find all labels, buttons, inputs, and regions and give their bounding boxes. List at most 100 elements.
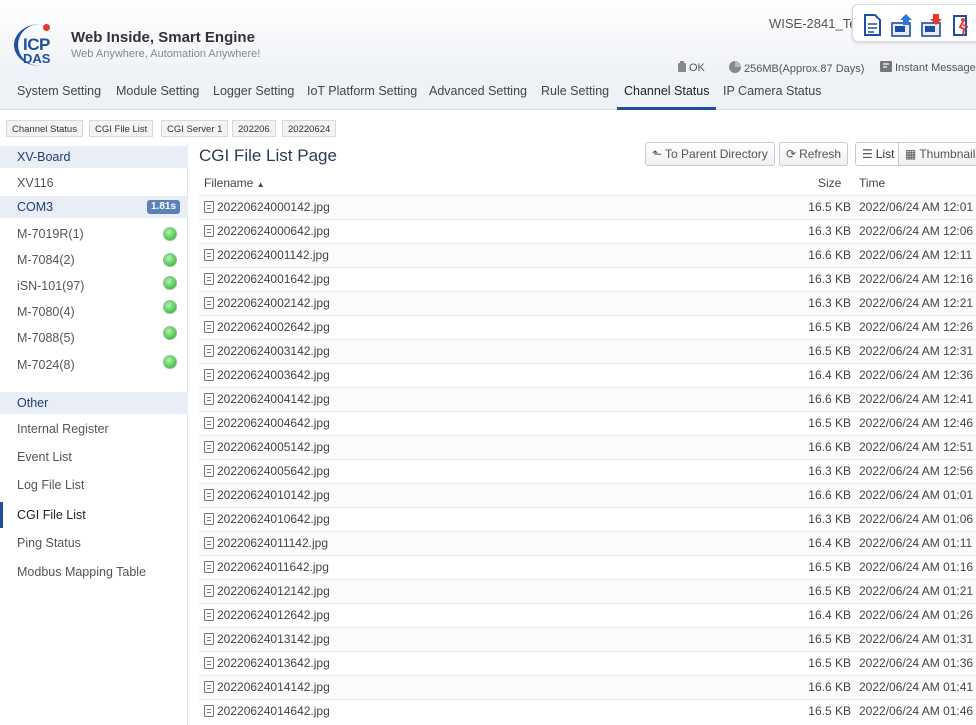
table-row[interactable]: 20220624014642.jpg 16.5 KB 2022/06/24 AM 0… — [199, 699, 976, 723]
nav-channel-status[interactable]: Channel Status — [617, 77, 717, 110]
table-row[interactable]: 20220624012142.jpg 16.5 KB 2022/06/24 AM 0… — [199, 579, 976, 603]
nav-logger-setting[interactable]: Logger Setting — [213, 77, 294, 110]
table-row[interactable]: 20220624005642.jpg 16.3 KB 2022/06/24 AM 1… — [199, 459, 976, 483]
table-row[interactable]: 20220624004142.jpg 16.6 KB 2022/06/24 AM 1… — [199, 387, 976, 411]
file-name-link[interactable]: 20220624002142.jpg — [204, 296, 330, 310]
table-row[interactable]: 20220624000142.jpg 16.5 KB 2022/06/24 AM 1… — [199, 195, 976, 219]
breadcrumb-item[interactable]: CGI Server 1 — [161, 120, 229, 137]
upload-icon[interactable] — [891, 13, 913, 37]
file-name-link[interactable]: 20220624000642.jpg — [204, 224, 330, 238]
table-row[interactable]: 20220624000642.jpg 16.3 KB 2022/06/24 AM 1… — [199, 219, 976, 243]
sidebar-item-ping-status[interactable]: Ping Status — [0, 531, 188, 555]
page-title: CGI File List Page — [199, 146, 337, 165]
sidebar-item-cgi-file-list[interactable]: CGI File List — [0, 502, 188, 528]
sidebar-item-xv116[interactable]: XV116 — [0, 172, 188, 194]
toolbar-icons — [852, 4, 976, 42]
table-row[interactable]: 20220624001642.jpg 16.3 KB 2022/06/24 AM 1… — [199, 267, 976, 291]
breadcrumb-item[interactable]: 20220624 — [282, 120, 337, 137]
table-row[interactable]: 20220624013142.jpg 16.5 KB 2022/06/24 AM 0… — [199, 627, 976, 651]
instant-message[interactable]: Instant Message — [880, 61, 976, 75]
file-size: 16.4 KB — [808, 368, 851, 382]
table-row[interactable]: 20220624003642.jpg 16.4 KB 2022/06/24 AM 1… — [199, 363, 976, 387]
file-name-link[interactable]: 20220624001642.jpg — [204, 272, 330, 286]
sidebar-item-internal-register[interactable]: Internal Register — [0, 417, 188, 441]
file-name-link[interactable]: 20220624000142.jpg — [204, 200, 330, 214]
sidebar-item-m7080[interactable]: M-7080(4) — [0, 300, 188, 324]
file-name-link[interactable]: 20220624002642.jpg — [204, 320, 330, 334]
file-name-link[interactable]: 20220624014142.jpg — [204, 680, 330, 694]
document-icon[interactable] — [861, 13, 883, 37]
time-column-header[interactable]: Time — [859, 176, 885, 190]
table-row[interactable]: 20220624004642.jpg 16.5 KB 2022/06/24 AM 1… — [199, 411, 976, 435]
list-view-button[interactable]: ☰ List — [855, 142, 902, 166]
nav-module-setting[interactable]: Module Setting — [116, 77, 199, 110]
table-row[interactable]: 20220624001142.jpg 16.6 KB 2022/06/24 AM 1… — [199, 243, 976, 267]
breadcrumb-item[interactable]: 202206 — [232, 120, 276, 137]
file-time: 2022/06/24 AM 12:26 — [859, 320, 974, 334]
battery-icon — [678, 61, 686, 75]
sidebar-item-modbus-mapping-table[interactable]: Modbus Mapping Table — [0, 560, 188, 584]
table-row[interactable]: 20220624012642.jpg 16.4 KB 2022/06/24 AM 0… — [199, 603, 976, 627]
file-name-link[interactable]: 20220624014642.jpg — [204, 704, 330, 718]
refresh-button[interactable]: ⟳ Refresh — [779, 142, 849, 166]
file-name-link[interactable]: 20220624003142.jpg — [204, 344, 330, 358]
nav-iot-platform-setting[interactable]: IoT Platform Setting — [307, 77, 417, 110]
file-time: 2022/06/24 AM 12:56 — [859, 464, 974, 478]
table-row[interactable]: 20220624002142.jpg 16.3 KB 2022/06/24 AM 1… — [199, 291, 976, 315]
table-row[interactable]: 20220624011142.jpg 16.4 KB 2022/06/24 AM 0… — [199, 531, 976, 555]
nav-rule-setting[interactable]: Rule Setting — [541, 77, 609, 110]
file-time: 2022/06/24 AM 12:51 — [859, 440, 974, 454]
thumbnail-view-button[interactable]: ▦ Thumbnail — [898, 142, 976, 166]
sort-ascending-icon: ▲ — [256, 180, 265, 189]
breadcrumb-item[interactable]: Channel Status — [6, 120, 83, 137]
button-label: To Parent Directory — [665, 147, 768, 161]
table-row[interactable]: 20220624010642.jpg 16.3 KB 2022/06/24 AM 0… — [199, 507, 976, 531]
file-table: 20220624000142.jpg 16.5 KB 2022/06/24 AM 1… — [199, 195, 976, 723]
file-name: 20220624014142.jpg — [217, 680, 330, 694]
file-name-link[interactable]: 20220624011642.jpg — [204, 560, 329, 574]
sidebar-item-log-file-list[interactable]: Log File List — [0, 473, 188, 497]
sidebar-item-isn101[interactable]: iSN-101(97) — [0, 274, 188, 298]
file-name: 20220624001142.jpg — [217, 248, 329, 262]
file-time: 2022/06/24 AM 12:01 — [859, 200, 974, 214]
file-name-link[interactable]: 20220624004642.jpg — [204, 416, 330, 430]
size-column-header[interactable]: Size — [818, 176, 841, 190]
table-row[interactable]: 20220624005142.jpg 16.6 KB 2022/06/24 AM 1… — [199, 435, 976, 459]
file-name-link[interactable]: 20220624003642.jpg — [204, 368, 330, 382]
file-name-link[interactable]: 20220624001142.jpg — [204, 248, 329, 262]
icpdas-logo: ICP DAS — [14, 24, 66, 68]
file-name-link[interactable]: 20220624013642.jpg — [204, 656, 330, 670]
table-row[interactable]: 20220624010142.jpg 16.6 KB 2022/06/24 AM 0… — [199, 483, 976, 507]
file-name-link[interactable]: 20220624004142.jpg — [204, 392, 330, 406]
filename-column-header[interactable]: Filename ▲ — [204, 176, 265, 190]
to-parent-directory-button[interactable]: ⬑ To Parent Directory — [645, 142, 775, 166]
sidebar-item-m7088[interactable]: M-7088(5) — [0, 326, 188, 350]
table-row[interactable]: 20220624003142.jpg 16.5 KB 2022/06/24 AM 1… — [199, 339, 976, 363]
file-name-link[interactable]: 20220624013142.jpg — [204, 632, 330, 646]
nav-ip-camera-status[interactable]: IP Camera Status — [723, 77, 821, 110]
logout-icon[interactable] — [951, 13, 973, 37]
table-row[interactable]: 20220624014142.jpg 16.6 KB 2022/06/24 AM 0… — [199, 675, 976, 699]
refresh-icon: ⟳ — [786, 147, 797, 161]
file-name-link[interactable]: 20220624010142.jpg — [204, 488, 330, 502]
file-name: 20220624005142.jpg — [217, 440, 330, 454]
breadcrumb-item[interactable]: CGI File List — [89, 120, 154, 137]
file-name-link[interactable]: 20220624012642.jpg — [204, 608, 330, 622]
nav-advanced-setting[interactable]: Advanced Setting — [429, 77, 527, 110]
file-name-link[interactable]: 20220624010642.jpg — [204, 512, 330, 526]
file-name-link[interactable]: 20220624005142.jpg — [204, 440, 330, 454]
nav-system-setting[interactable]: System Setting — [17, 77, 101, 110]
sidebar-item-m7019r[interactable]: M-7019R(1) — [0, 222, 188, 246]
sidebar-item-event-list[interactable]: Event List — [0, 445, 188, 469]
file-time: 2022/06/24 AM 12:41 — [859, 392, 974, 406]
file-size: 16.5 KB — [808, 704, 851, 718]
download-icon[interactable] — [921, 13, 943, 37]
file-name-link[interactable]: 20220624011142.jpg — [204, 536, 328, 550]
sidebar-item-m7024[interactable]: M-7024(8) — [0, 352, 188, 376]
file-name-link[interactable]: 20220624012142.jpg — [204, 584, 330, 598]
sidebar-item-m7084[interactable]: M-7084(2) — [0, 248, 188, 272]
table-row[interactable]: 20220624011642.jpg 16.5 KB 2022/06/24 AM 0… — [199, 555, 976, 579]
table-row[interactable]: 20220624002642.jpg 16.5 KB 2022/06/24 AM 1… — [199, 315, 976, 339]
file-name-link[interactable]: 20220624005642.jpg — [204, 464, 330, 478]
table-row[interactable]: 20220624013642.jpg 16.5 KB 2022/06/24 AM 0… — [199, 651, 976, 675]
